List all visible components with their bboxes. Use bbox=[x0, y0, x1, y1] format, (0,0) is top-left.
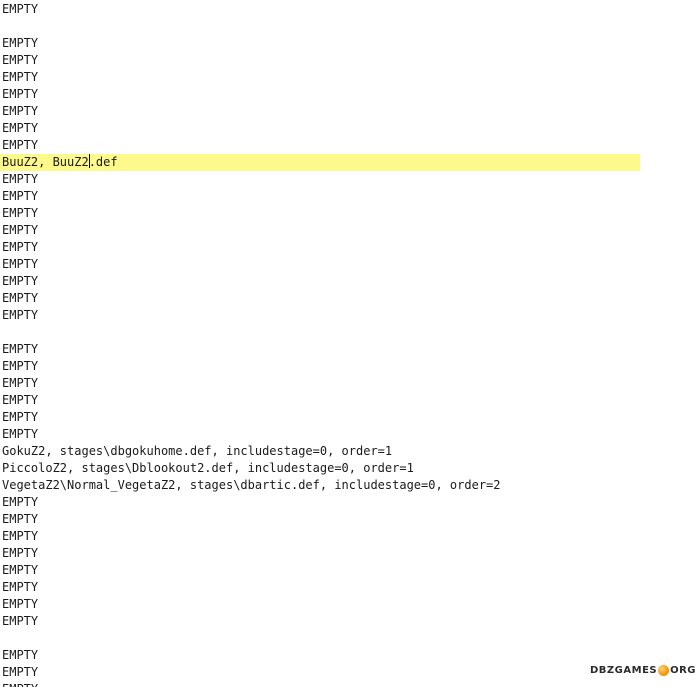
line-text: EMPTY bbox=[2, 529, 39, 543]
line-text: EMPTY bbox=[2, 393, 39, 407]
line-text: EMPTY bbox=[2, 427, 39, 441]
line-text: EMPTY bbox=[2, 614, 39, 628]
line-text: EMPTY bbox=[2, 240, 39, 254]
text-line[interactable]: EMPTY bbox=[0, 103, 38, 120]
text-line[interactable]: EMPTY bbox=[0, 69, 38, 86]
line-text: PiccoloZ2, stages\Dblookout2.def, includ… bbox=[2, 461, 414, 475]
line-text: EMPTY bbox=[2, 597, 39, 611]
watermark-text-left: DBZGAMES bbox=[590, 665, 658, 676]
text-line[interactable]: EMPTY bbox=[0, 375, 38, 392]
line-text: EMPTY bbox=[2, 580, 39, 594]
watermark-logo: DBZGAMES ORG bbox=[590, 662, 696, 679]
text-line[interactable]: EMPTY bbox=[0, 137, 38, 154]
line-text-before-caret: BuuZ2, BuuZ2.def bbox=[2, 154, 118, 169]
text-line[interactable]: EMPTY bbox=[0, 426, 38, 443]
line-text: EMPTY bbox=[2, 359, 39, 373]
line-text: EMPTY bbox=[2, 274, 39, 288]
text-caret bbox=[88, 154, 90, 168]
text-line[interactable]: EMPTY bbox=[0, 494, 38, 511]
text-line[interactable]: EMPTY bbox=[0, 222, 38, 239]
current-line[interactable]: BuuZ2, BuuZ2.def bbox=[0, 154, 640, 171]
text-line[interactable]: EMPTY bbox=[0, 664, 38, 681]
text-line[interactable]: EMPTY bbox=[0, 545, 38, 562]
line-text: EMPTY bbox=[2, 342, 39, 356]
line-text: EMPTY bbox=[2, 172, 39, 186]
line-text: EMPTY bbox=[2, 410, 39, 424]
line-text: EMPTY bbox=[2, 206, 39, 220]
text-line[interactable]: EMPTY bbox=[0, 52, 38, 69]
text-line[interactable]: EMPTY bbox=[0, 511, 38, 528]
text-line[interactable]: GokuZ2, stages\dbgokuhome.def, includest… bbox=[0, 443, 392, 460]
text-line[interactable]: EMPTY bbox=[0, 86, 38, 103]
line-text: EMPTY bbox=[2, 2, 39, 16]
line-text: EMPTY bbox=[2, 512, 39, 526]
text-line[interactable]: EMPTY bbox=[0, 256, 38, 273]
text-editor[interactable]: EMPTY EMPTY EMPTY EMPTY EMPTY EMPTY EMPTY EMPTY… bbox=[0, 0, 700, 687]
line-text: EMPTY bbox=[2, 665, 39, 679]
text-line[interactable]: EMPTY bbox=[0, 647, 38, 664]
line-text: EMPTY bbox=[2, 376, 39, 390]
line-text: EMPTY bbox=[2, 257, 39, 271]
text-line[interactable]: EMPTY bbox=[0, 579, 38, 596]
text-line[interactable] bbox=[0, 630, 2, 647]
line-text: EMPTY bbox=[2, 223, 39, 237]
line-text: EMPTY bbox=[2, 648, 39, 662]
dragon-ball-icon bbox=[658, 665, 670, 676]
line-text: EMPTY bbox=[2, 563, 39, 577]
line-text: EMPTY bbox=[2, 546, 39, 560]
text-line[interactable]: EMPTY bbox=[0, 188, 38, 205]
line-text: EMPTY bbox=[2, 138, 39, 152]
text-line[interactable]: EMPTY bbox=[0, 273, 38, 290]
text-line[interactable]: EMPTY bbox=[0, 1, 38, 18]
line-text: EMPTY bbox=[2, 53, 39, 67]
watermark-text-right: ORG bbox=[670, 665, 697, 676]
text-line[interactable]: EMPTY bbox=[0, 596, 38, 613]
text-line[interactable] bbox=[0, 18, 2, 35]
text-line[interactable]: EMPTY bbox=[0, 562, 38, 579]
text-line[interactable]: EMPTY bbox=[0, 358, 38, 375]
line-text: EMPTY bbox=[2, 682, 38, 687]
line-text: EMPTY bbox=[2, 495, 39, 509]
text-line[interactable]: PiccoloZ2, stages\Dblookout2.def, includ… bbox=[0, 460, 414, 477]
text-line[interactable]: EMPTY bbox=[0, 120, 38, 137]
text-line[interactable]: EMPTY bbox=[0, 409, 38, 426]
line-text: EMPTY bbox=[2, 87, 39, 101]
line-text: EMPTY bbox=[2, 104, 39, 118]
text-line[interactable] bbox=[0, 324, 2, 341]
text-line[interactable]: EMPTY bbox=[0, 171, 38, 188]
line-text: EMPTY bbox=[2, 36, 39, 50]
text-line[interactable]: EMPTY bbox=[0, 613, 38, 630]
text-line[interactable]: EMPTY bbox=[0, 307, 38, 324]
line-text: EMPTY bbox=[2, 189, 39, 203]
line-text: EMPTY bbox=[2, 70, 39, 84]
text-line[interactable]: EMPTY bbox=[0, 341, 38, 358]
line-text: EMPTY bbox=[2, 308, 39, 322]
line-text: VegetaZ2\Normal_VegetaZ2, stages\dbartic… bbox=[2, 478, 501, 492]
text-line[interactable]: EMPTY bbox=[0, 239, 38, 256]
text-line[interactable]: EMPTY bbox=[0, 35, 38, 52]
text-line[interactable]: EMPTY bbox=[0, 205, 38, 222]
line-text: EMPTY bbox=[2, 121, 39, 135]
line-text: GokuZ2, stages\dbgokuhome.def, includest… bbox=[2, 444, 393, 458]
text-line[interactable]: EMPTY bbox=[0, 528, 38, 545]
text-line[interactable]: EMPTY bbox=[0, 392, 38, 409]
line-text: EMPTY bbox=[2, 291, 39, 305]
text-line[interactable]: EMPTY bbox=[0, 681, 38, 687]
text-line[interactable]: EMPTY bbox=[0, 290, 38, 307]
text-line[interactable]: VegetaZ2\Normal_VegetaZ2, stages\dbartic… bbox=[0, 477, 501, 494]
